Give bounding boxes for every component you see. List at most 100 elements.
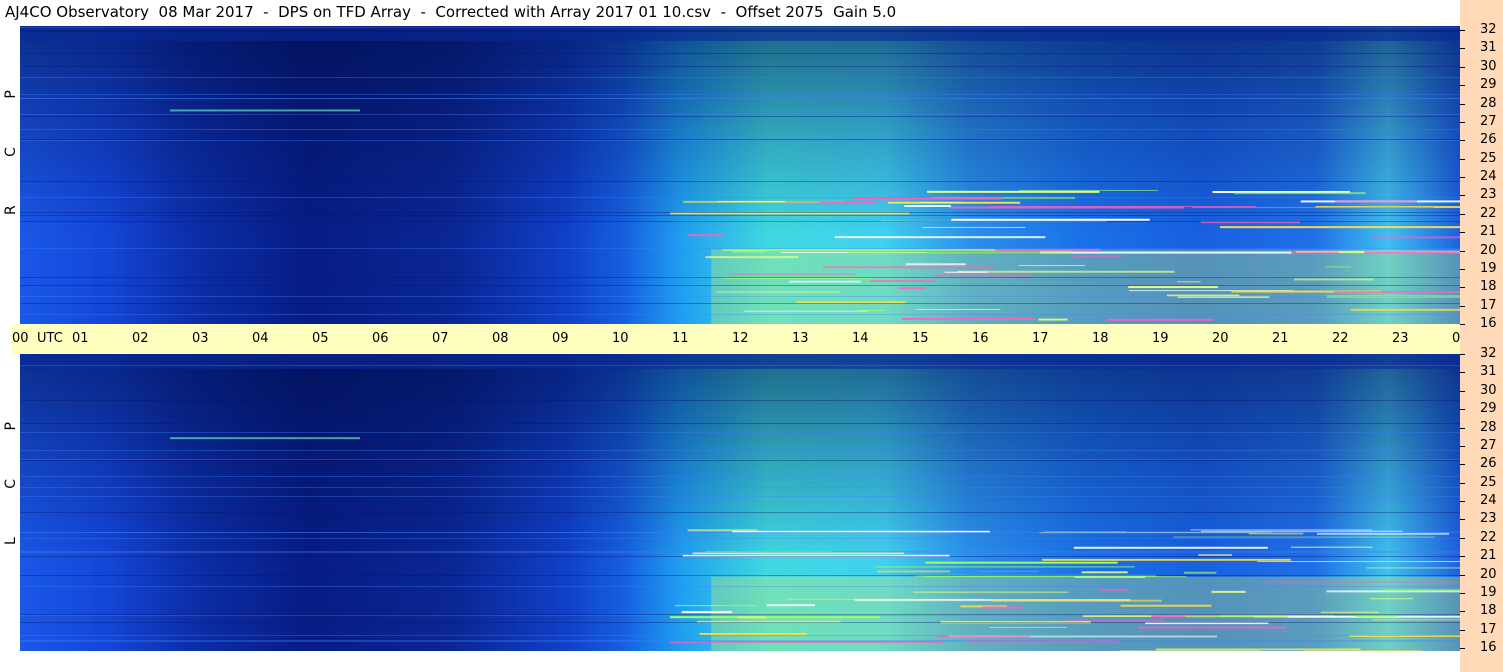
rcp-interference-streak (1364, 251, 1460, 254)
rcp-channel-line (20, 215, 1460, 216)
lcp-channel-line (20, 400, 1460, 401)
rcp-interference-streak (730, 273, 856, 275)
rcp-channel-line (20, 221, 1460, 222)
time-tick-label: 21 (1272, 331, 1289, 346)
freq-tick-mark (1460, 177, 1465, 178)
rcp-channel-line (20, 139, 1460, 140)
lcp-channel-line (20, 575, 1460, 576)
rcp-interference-streak (898, 287, 926, 290)
freq-tick-mark (1460, 158, 1465, 160)
rcp-interference-streak (789, 280, 862, 283)
freq-tick-label: 25 (1480, 474, 1497, 490)
rcp-interference-streak (948, 206, 1184, 209)
lcp-interference-streak (1366, 567, 1460, 569)
rcp-interference-streak (927, 190, 1100, 193)
freq-tick-mark (1460, 390, 1465, 392)
lcp-interference-streak (1098, 589, 1127, 592)
freq-tick-label: 22 (1480, 529, 1497, 545)
rcp-interference-streak (1038, 318, 1068, 321)
freq-tick-label: 19 (1480, 260, 1497, 276)
lcp-channel-line (20, 551, 1460, 552)
rcp-interference-streak (1128, 286, 1218, 289)
lcp-interference-streak (1211, 590, 1246, 593)
lcp-interference-streak (1063, 620, 1165, 622)
freq-tick-mark (1460, 140, 1465, 142)
freq-tick-mark (1460, 287, 1465, 289)
freq-tick-mark (1460, 232, 1465, 234)
rcp-channel-line (20, 212, 1460, 213)
lcp-interference-streak (1200, 530, 1403, 532)
rcp-interference-streak (905, 263, 966, 266)
freq-tick-mark (1460, 519, 1465, 521)
lcp-interference-streak (1155, 648, 1361, 651)
lcp-interference-streak (877, 570, 951, 573)
time-tick-label: 16 (972, 331, 989, 346)
rcp-channel-line (20, 66, 1460, 67)
lcp-interference-streak (738, 616, 766, 619)
rcp-interference-streak (743, 310, 869, 312)
time-axis: 00 UTC 01 02 03 04 05 06 07 08 09 10 11 12 13 14 15 16 17 1… (12, 324, 1498, 354)
rcp-channel-line (20, 114, 1460, 115)
freq-tick-mark (1460, 48, 1465, 50)
freq-tick-label: 23 (1480, 511, 1497, 527)
freq-tick-mark (1460, 501, 1465, 502)
rcp-channel-line (20, 181, 1460, 182)
freq-tick-mark (1460, 103, 1465, 105)
freq-tick-label: 31 (1480, 364, 1497, 380)
time-tick-label: 02 (132, 331, 149, 346)
rcp-interference-streak (916, 309, 1001, 311)
rcp-interference-streak (848, 252, 1073, 254)
rcp-channel-line (20, 30, 1460, 31)
rcp-channel-line (20, 31, 1460, 32)
freq-tick-mark (1460, 372, 1465, 374)
lcp-channel-line (20, 460, 1460, 461)
time-tick-label: 11 (672, 331, 689, 346)
freq-tick-label: 19 (1480, 584, 1497, 600)
freq-tick-mark (1460, 427, 1465, 429)
lcp-interference-streak (1320, 611, 1380, 613)
lcp-interference-streak (1291, 546, 1373, 548)
lcp-interference-streak (1316, 532, 1450, 535)
rcp-channel-line (20, 116, 1460, 117)
freq-tick-label: 27 (1480, 437, 1497, 453)
lcp-spectrogram (20, 354, 1460, 651)
time-tick-label: 19 (1152, 331, 1169, 346)
time-tick-label: 14 (852, 331, 869, 346)
lcp-channel-line (20, 615, 1460, 616)
rcp-interference-streak (870, 279, 935, 282)
rcp-interference-streak (1039, 251, 1292, 254)
freq-tick-label: 25 (1480, 150, 1497, 166)
rcp-channel-line (20, 53, 1460, 54)
rcp-interference-streak (901, 317, 1036, 320)
lcp-interference-streak (1138, 626, 1286, 629)
freq-tick-label: 26 (1480, 456, 1497, 472)
time-tick-label: 03 (192, 331, 209, 346)
lcp-channel-line (20, 450, 1460, 451)
lcp-channel-line (20, 423, 1460, 424)
lcp-interference-streak (675, 605, 757, 607)
rcp-interference-streak (687, 234, 724, 237)
lcp-channel-line (20, 556, 1460, 557)
freq-tick-mark (1460, 648, 1465, 649)
rcp-interference-streak (1018, 265, 1085, 267)
freq-tick-mark (1460, 85, 1465, 87)
rcp-interference-streak (819, 201, 875, 204)
freq-tick-label: 21 (1480, 548, 1497, 564)
freq-tick-label: 32 (1480, 346, 1497, 361)
freq-tick-label: 29 (1480, 401, 1497, 417)
freq-tick-mark (1460, 574, 1465, 576)
rcp-interference-streak (834, 236, 1046, 239)
lcp-interference-streak (1184, 571, 1217, 574)
freq-tick-label: 26 (1480, 132, 1497, 148)
lcp-channel-line (20, 459, 1460, 460)
rcp-interference-streak (1177, 281, 1201, 283)
freq-tick-mark (1460, 324, 1465, 325)
freq-tick-mark (1460, 250, 1465, 252)
rcp-interference-streak (1234, 192, 1366, 195)
time-tick-label: 18 (1092, 331, 1109, 346)
rcp-channel-line (20, 129, 1460, 130)
lcp-interference-streak (669, 616, 881, 619)
time-tick-label: 22 (1332, 331, 1349, 346)
rcp-interference-streak (934, 274, 1033, 277)
rcp-channel-line (20, 314, 1460, 315)
